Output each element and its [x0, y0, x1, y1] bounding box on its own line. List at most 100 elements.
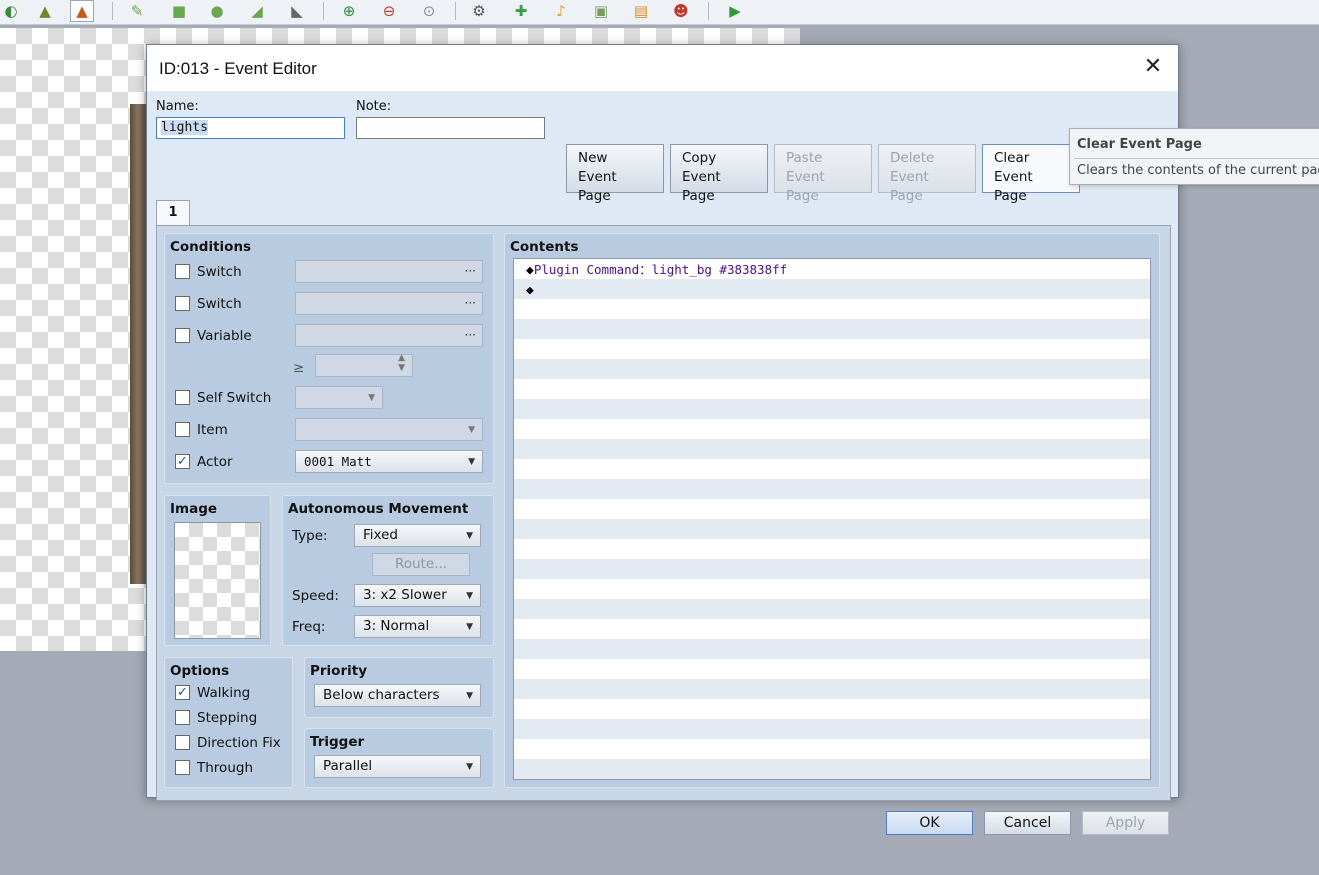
trigger-panel: Trigger Parallel ▼: [304, 728, 494, 788]
speed-label: Speed:: [292, 588, 339, 604]
variable-value-stepper[interactable]: ▲ ▼: [315, 353, 413, 377]
zoom-out-icon[interactable]: ⊖: [378, 1, 400, 21]
tooltip-divider: [1074, 158, 1319, 159]
switch2-checkbox[interactable]: [175, 296, 190, 311]
event-layer-icon[interactable]: ▲: [34, 1, 56, 21]
apply-button[interactable]: Apply: [1082, 811, 1169, 835]
ellipse-icon[interactable]: ●: [206, 1, 228, 21]
movement-type-value: Fixed: [363, 527, 398, 543]
plugin-icon[interactable]: ✚: [510, 1, 532, 21]
button-label: Clear: [994, 150, 1030, 166]
freq-label: Freq:: [292, 619, 326, 635]
button-label: Paste: [786, 150, 823, 166]
movement-title: Autonomous Movement: [288, 501, 469, 517]
character-generator-icon[interactable]: ☻: [670, 1, 692, 21]
clear-event-page-button[interactable]: Clear Event Page: [982, 144, 1080, 204]
ellipsis-icon: ···: [464, 264, 476, 278]
priority-dropdown[interactable]: Below characters ▼: [314, 684, 481, 707]
walking-checkbox[interactable]: ✓: [175, 685, 190, 700]
command-marker-icon: ◆: [526, 283, 534, 298]
paste-event-page-button[interactable]: Paste Event Page: [774, 144, 872, 204]
ellipsis-icon: ···: [464, 328, 476, 342]
button-label: Delete: [890, 150, 935, 166]
switch2-label: Switch: [197, 296, 242, 312]
event-page-area: Conditions Switch ··· Switch ··· Variabl…: [156, 225, 1171, 801]
tab-page-1[interactable]: 1: [156, 200, 190, 226]
database-icon[interactable]: ⚙: [468, 1, 490, 21]
button-label: Event Page: [994, 169, 1033, 204]
switch1-checkbox[interactable]: [175, 264, 190, 279]
toolbar-separator: [455, 2, 456, 20]
conditions-panel: Conditions Switch ··· Switch ··· Variabl…: [164, 233, 494, 484]
item-checkbox[interactable]: [175, 422, 190, 437]
event-layer-icon[interactable]: ▲: [70, 0, 94, 22]
pencil-icon[interactable]: ✎: [126, 1, 148, 21]
map-icon[interactable]: ◐: [0, 1, 22, 21]
conditions-title: Conditions: [170, 239, 252, 255]
button-label: Event Page: [682, 169, 721, 204]
clear-event-page-tooltip: Clear Event Page Clears the contents of …: [1069, 128, 1319, 185]
through-checkbox[interactable]: [175, 760, 190, 775]
switch2-selector[interactable]: ···: [295, 292, 483, 315]
autonomous-movement-panel: Autonomous Movement Type: Fixed ▼ Route..…: [282, 495, 494, 646]
button-label: Event Page: [786, 169, 825, 204]
zoom-in-icon[interactable]: ⊕: [338, 1, 360, 21]
rectangle-icon[interactable]: ■: [168, 1, 190, 21]
command-row[interactable]: ◆: [526, 280, 534, 300]
variable-label: Variable: [197, 328, 252, 344]
event-image-preview[interactable]: [174, 522, 261, 639]
shadow-pen-icon[interactable]: ◣: [286, 1, 308, 21]
actor-checkbox[interactable]: ✓: [175, 454, 190, 469]
command-marker-icon: ◆: [526, 263, 534, 278]
note-label: Note:: [356, 99, 392, 114]
trigger-dropdown[interactable]: Parallel ▼: [314, 755, 481, 778]
route-button[interactable]: Route...: [372, 553, 470, 576]
priority-panel: Priority Below characters ▼: [304, 657, 494, 718]
resource-icon[interactable]: ▣: [590, 1, 612, 21]
self-switch-checkbox[interactable]: [175, 390, 190, 405]
self-switch-dropdown[interactable]: ▼: [295, 386, 383, 409]
chevron-down-icon: ▼: [466, 691, 473, 701]
resource-icon[interactable]: ▤: [630, 1, 652, 21]
trigger-value: Parallel: [323, 758, 373, 774]
ok-button[interactable]: OK: [886, 811, 973, 835]
fill-icon[interactable]: ◢: [246, 1, 268, 21]
note-input[interactable]: [356, 117, 545, 139]
dialog-client-area: Name: lights Note: New Event Page Copy E…: [147, 91, 1178, 835]
event-editor-dialog: ID:013 - Event Editor ✕ Name: lights Not…: [146, 44, 1179, 835]
options-title: Options: [170, 663, 230, 679]
movement-freq-dropdown[interactable]: 3: Normal ▼: [354, 615, 481, 638]
priority-title: Priority: [310, 663, 367, 679]
zoom-reset-icon[interactable]: ⊙: [418, 1, 440, 21]
command-text: Plugin Command：light_bg #383838ff: [533, 262, 788, 277]
tooltip-title: Clear Event Page: [1077, 137, 1202, 152]
close-icon[interactable]: ✕: [1142, 56, 1164, 78]
button-label: Event Page: [890, 169, 929, 204]
delete-event-page-button[interactable]: Delete Event Page: [878, 144, 976, 204]
options-panel: Options ✓ Walking Stepping Direction Fix…: [164, 657, 293, 788]
actor-dropdown[interactable]: 0001 Matt ▼: [295, 450, 483, 473]
switch1-selector[interactable]: ···: [295, 260, 483, 283]
new-event-page-button[interactable]: New Event Page: [566, 144, 664, 204]
variable-checkbox[interactable]: [175, 328, 190, 343]
copy-event-page-button[interactable]: Copy Event Page: [670, 144, 768, 204]
sound-icon[interactable]: ♪: [550, 1, 572, 21]
trigger-title: Trigger: [310, 734, 365, 750]
dialog-titlebar[interactable]: ID:013 - Event Editor ✕: [147, 45, 1178, 91]
variable-selector[interactable]: ···: [295, 324, 483, 347]
item-dropdown[interactable]: ▼: [295, 418, 483, 441]
name-input[interactable]: lights: [156, 117, 345, 139]
toolbar-separator: [112, 2, 113, 20]
command-row[interactable]: ◆Plugin Command：light_bg #383838ff: [526, 260, 787, 280]
toolbar-separator: [708, 2, 709, 20]
stepping-checkbox[interactable]: [175, 710, 190, 725]
actor-label: Actor: [197, 454, 233, 470]
direction-fix-checkbox[interactable]: [175, 735, 190, 750]
cancel-button[interactable]: Cancel: [984, 811, 1071, 835]
name-label: Name:: [156, 99, 199, 114]
movement-type-dropdown[interactable]: Fixed ▼: [354, 524, 481, 547]
movement-speed-dropdown[interactable]: 3: x2 Slower ▼: [354, 584, 481, 607]
movement-freq-value: 3: Normal: [363, 618, 430, 634]
event-command-list[interactable]: ◆Plugin Command：light_bg #383838ff ◆: [513, 258, 1151, 780]
playtest-icon[interactable]: ▶: [724, 1, 746, 21]
